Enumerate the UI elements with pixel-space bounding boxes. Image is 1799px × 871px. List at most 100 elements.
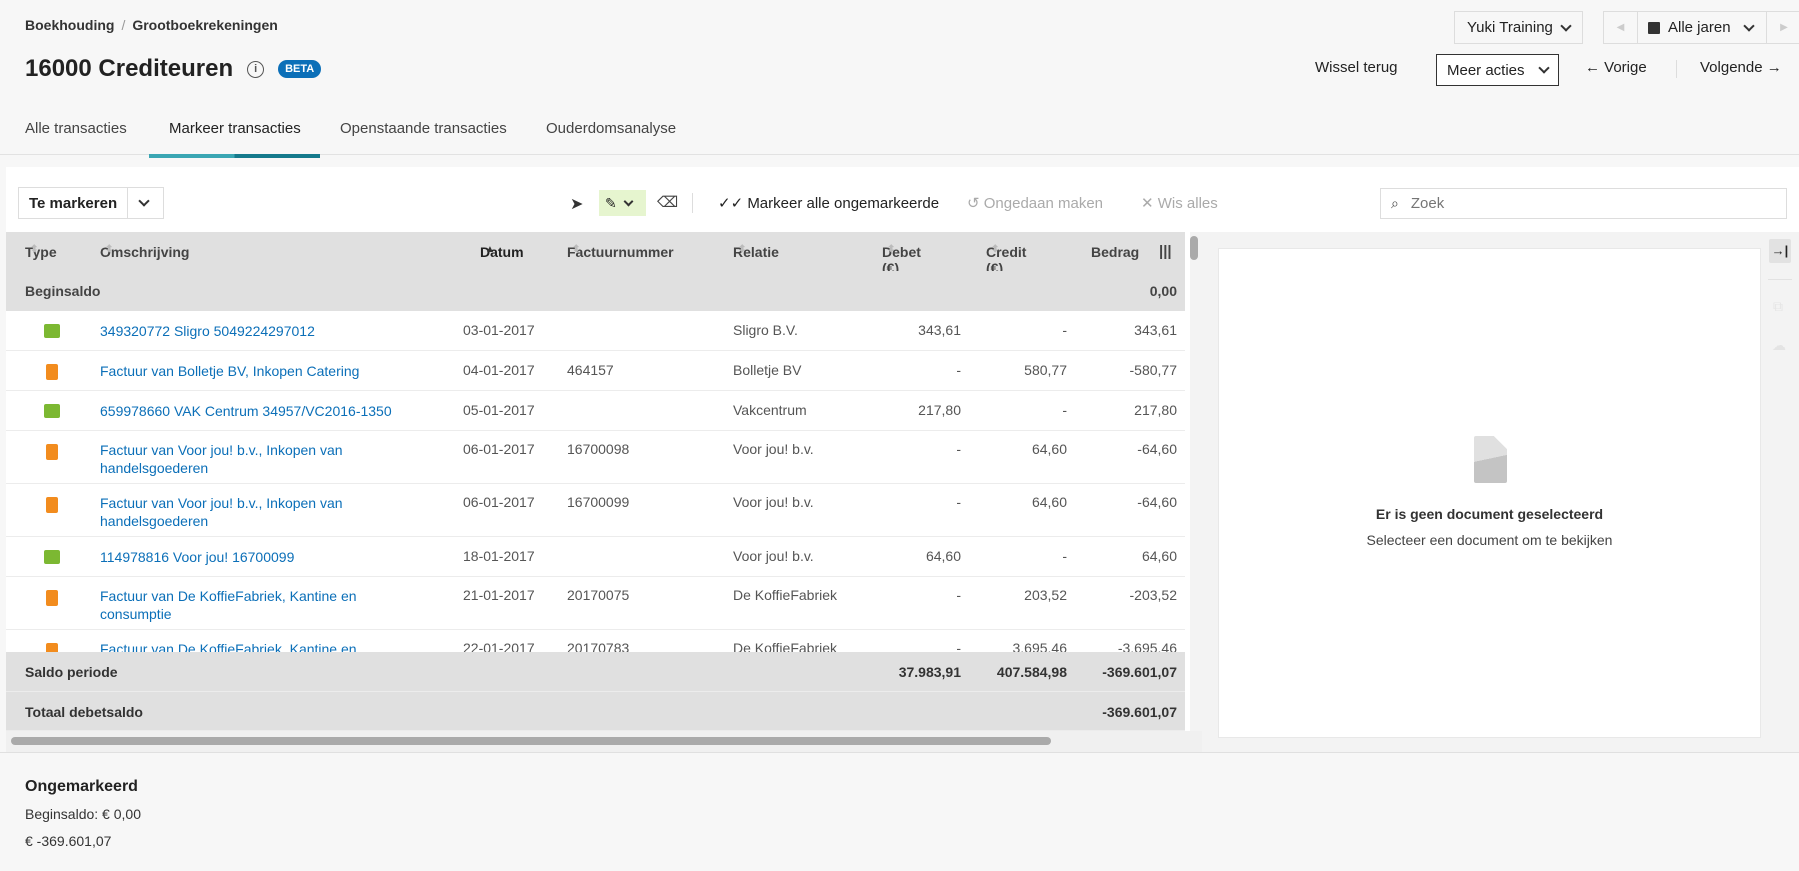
table-row[interactable]: Factuur van De KoffieFabriek, Kantine en… <box>6 577 1185 630</box>
debit-cell: 64,60 <box>925 548 961 564</box>
date-cell: 18-01-2017 <box>463 548 535 564</box>
divider <box>1768 279 1792 280</box>
select-pointer-icon[interactable]: ➤ <box>570 194 583 214</box>
amount-cell: 64,60 <box>1141 548 1177 564</box>
company-label: Yuki Training <box>1467 19 1553 36</box>
divider <box>692 193 693 213</box>
empty-document-icon <box>1474 436 1507 483</box>
mark-all-button[interactable]: ✓✓ Markeer alle ongemarkeerde <box>718 194 939 212</box>
amount-cell: -64,60 <box>1137 494 1177 510</box>
clear-label: Wis alles <box>1157 195 1218 212</box>
filter-label: Te markeren <box>19 188 129 218</box>
credit-cell: 203,52 <box>1024 587 1067 603</box>
invoice-icon <box>46 364 58 380</box>
amount-cell: -64,60 <box>1137 441 1177 457</box>
filter-dropdown[interactable]: Te markeren <box>18 187 164 219</box>
breadcrumb-boekhouding[interactable]: Boekhouding <box>25 17 114 33</box>
previous-button[interactable]: ← Vorige <box>1585 59 1647 76</box>
description-link[interactable]: 114978816 Voor jou! 16700099 <box>100 548 400 566</box>
chevron-down-icon <box>1538 62 1550 74</box>
empty-title: Er is geen document geselecteerd <box>1375 506 1604 522</box>
debit-cell: - <box>956 494 961 510</box>
chevron-down-icon <box>1742 19 1755 32</box>
search-input[interactable] <box>1410 195 1761 212</box>
relation-cell: Vakcentrum <box>733 402 807 418</box>
table-row[interactable]: 659978660 VAK Centrum 34957/VC2016-1350 0… <box>6 391 1185 431</box>
calendar-icon <box>1648 21 1660 34</box>
undo-button[interactable]: ↺ Ongedaan maken <box>967 194 1103 212</box>
tab-alle-transacties[interactable]: Alle transacties <box>25 120 127 137</box>
credit-cell: 64,60 <box>1031 494 1067 510</box>
tab-openstaande-transacties[interactable]: Openstaande transacties <box>340 120 507 137</box>
description-link[interactable]: Factuur van De KoffieFabriek, Kantine en… <box>100 587 400 623</box>
prev-period-button[interactable]: ◀ <box>1604 12 1638 43</box>
date-cell: 21-01-2017 <box>463 587 535 603</box>
bank-statement-icon <box>44 324 60 338</box>
tab-ouderdomsanalyse[interactable]: Ouderdomsanalyse <box>546 120 676 137</box>
relation-cell: Voor jou! b.v. <box>733 494 814 510</box>
description-link[interactable]: 659978660 VAK Centrum 34957/VC2016-1350 <box>100 402 400 420</box>
company-dropdown[interactable]: Yuki Training <box>1454 11 1583 44</box>
search-box: ⌕ <box>1380 188 1787 219</box>
collapse-panel-icon[interactable]: →| <box>1769 239 1791 263</box>
credit-cell: - <box>1062 548 1067 564</box>
description-link[interactable]: 349320772 Sligro 5049224297012 <box>100 322 400 340</box>
credit-cell: - <box>1062 402 1067 418</box>
undo-label: Ongedaan maken <box>983 195 1104 212</box>
invoice-icon <box>46 497 58 513</box>
description-link[interactable]: Factuur van Voor jou! b.v., Inkopen van … <box>100 441 400 477</box>
open-external-icon: ⧉ <box>1773 298 1783 314</box>
date-cell: 05-01-2017 <box>463 402 535 418</box>
period-dropdown[interactable]: Alle jaren <box>1638 12 1767 43</box>
next-period-button[interactable]: ▶ <box>1767 22 1799 33</box>
col-bedrag[interactable]: Bedrag <box>1091 244 1139 260</box>
info-icon[interactable]: i <box>247 60 265 78</box>
search-icon: ⌕ <box>1391 195 1399 211</box>
relation-cell: Voor jou! b.v. <box>733 441 814 457</box>
summary-title: Ongemarkeerd <box>25 778 138 795</box>
columns-icon[interactable]: ||| <box>1159 243 1172 260</box>
more-actions-label: Meer acties <box>1447 61 1525 79</box>
relation-cell: Bolletje BV <box>733 362 802 378</box>
description-link[interactable]: Factuur van Bolletje BV, Inkopen Caterin… <box>100 362 400 380</box>
grand-total-amount: -369.601,07 <box>1102 704 1177 720</box>
marker-tool-button[interactable]: ✎ <box>599 190 646 216</box>
switch-back-button[interactable]: Wissel terug <box>1315 59 1398 76</box>
description-link[interactable]: Factuur van Voor jou! b.v., Inkopen van … <box>100 494 400 530</box>
period-total-label: Saldo periode <box>25 664 118 680</box>
summary-balance: € -369.601,07 <box>25 833 112 849</box>
more-actions-button[interactable]: Meer acties <box>1436 54 1559 86</box>
table-row[interactable]: Factuur van Voor jou! b.v., Inkopen van … <box>6 484 1185 537</box>
breadcrumb-grootboekrekeningen[interactable]: Grootboekrekeningen <box>132 17 277 33</box>
amount-cell: -203,52 <box>1129 587 1177 603</box>
period-label: Alle jaren <box>1668 19 1731 36</box>
table-row[interactable]: Factuur van Bolletje BV, Inkopen Caterin… <box>6 351 1185 391</box>
vertical-scrollbar-thumb[interactable] <box>1190 236 1198 260</box>
relation-cell: De KoffieFabriek <box>733 587 838 603</box>
invoice-icon <box>46 444 58 460</box>
undo-icon: ↺ <box>967 195 984 212</box>
period-total-credit: 407.584,98 <box>996 664 1067 680</box>
download-cloud-icon: ☁ <box>1772 337 1786 353</box>
table-row[interactable]: 114978816 Voor jou! 16700099 18-01-2017 Vo… <box>6 537 1185 577</box>
next-button[interactable]: Volgende → <box>1700 59 1782 76</box>
summary-panel: Ongemarkeerd Beginsaldo: € 0,00 € -369.6… <box>0 752 1799 871</box>
table-header: Type ⬍ Omschrijving ⬍ Datum ▲ Factuurnummer… <box>6 232 1185 276</box>
pen-icon: ✎ <box>605 194 617 211</box>
horizontal-scrollbar-thumb[interactable] <box>11 737 1051 745</box>
opening-amount: 0,00 <box>1149 283 1177 299</box>
grand-total-label: Totaal debetsaldo <box>25 704 143 720</box>
eraser-icon[interactable]: ⌫ <box>657 193 678 211</box>
bank-statement-icon <box>44 404 60 418</box>
table-row[interactable]: Factuur van Voor jou! b.v., Inkopen van … <box>6 431 1185 484</box>
vertical-scrollbar-track <box>1190 232 1202 752</box>
amount-cell: 343,61 <box>1134 322 1177 338</box>
relation-cell: Voor jou! b.v. <box>733 548 814 564</box>
breadcrumb: Boekhouding / Grootboekrekeningen <box>25 17 278 33</box>
debit-cell: - <box>956 441 961 457</box>
tab-markeer-transacties[interactable]: Markeer transacties <box>169 120 301 137</box>
clear-all-button[interactable]: ✕ Wis alles <box>1141 194 1218 212</box>
transactions-table: Type ⬍ Omschrijving ⬍ Datum ▲ Factuurnummer… <box>6 232 1185 731</box>
active-tab-indicator <box>149 154 320 158</box>
table-row[interactable]: 349320772 Sligro 5049224297012 03-01-2017… <box>6 311 1185 351</box>
